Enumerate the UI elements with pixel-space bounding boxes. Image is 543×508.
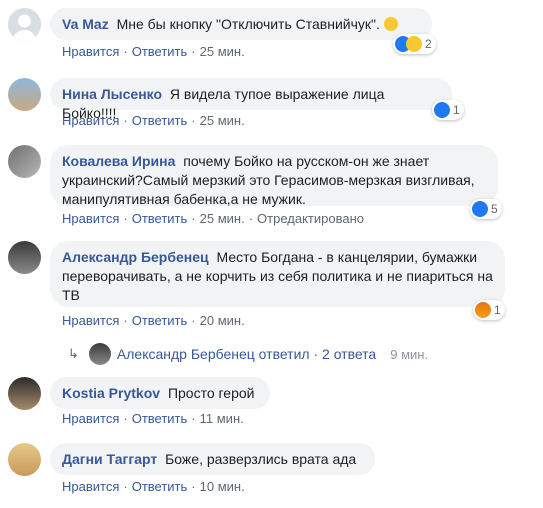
comment-bubble: Ковалева Ирина почему Бойко на русском-о… (50, 145, 498, 207)
reply-link[interactable]: Ответить (132, 479, 188, 494)
avatar[interactable] (8, 377, 41, 410)
timestamp: 9 мин. (390, 346, 429, 362)
comment-actions: Нравится · Ответить · 11 мин. (62, 411, 244, 426)
avatar[interactable] (8, 8, 41, 41)
comment-bubble: Александр Бербенец Место Богдана - в кан… (50, 241, 505, 307)
angry-icon (475, 302, 491, 318)
comment-text: Боже, разверзлись врата ада (165, 451, 357, 467)
timestamp[interactable]: 11 мин. (200, 411, 244, 426)
timestamp[interactable]: 10 мин. (200, 479, 245, 494)
timestamp[interactable]: 25 мин. (200, 44, 245, 59)
comment-bubble: Kostia Prytkov Просто герой (50, 377, 270, 409)
comment-actions: Нравится · Ответить · 25 мин. · Отредактирован… (62, 211, 365, 226)
comment-actions: Нравится · Ответить · 25 мин. (62, 44, 245, 59)
reaction-count[interactable]: 5 (470, 199, 502, 219)
replies-summary[interactable]: Александр Бербенец ответил · 2 ответа (117, 346, 376, 362)
comment-bubble: Дагни Таггарт Боже, разверзлись врата ад… (50, 443, 375, 475)
comment-author[interactable]: Дагни Таггарт (62, 451, 157, 467)
comment-author[interactable]: Александр Бербенец (62, 249, 209, 265)
avatar[interactable] (8, 443, 41, 476)
comment-bubble: Нина Лысенко Я видела тупое выражение ли… (50, 78, 452, 121)
timestamp[interactable]: 25 мин. (200, 211, 245, 226)
reaction-count[interactable]: 1 (473, 300, 505, 320)
reply-link[interactable]: Ответить (132, 113, 188, 128)
avatar (88, 343, 111, 365)
reply-link[interactable]: Ответить (132, 211, 188, 226)
comment-text: Мне бы кнопку "Отключить Ставнийчук". (116, 16, 380, 32)
like-icon (472, 201, 488, 217)
reply-link[interactable]: Ответить (132, 44, 188, 59)
like-icon (434, 102, 450, 118)
edited-label: Отредактировано (257, 211, 365, 226)
comment-author[interactable]: Va Maz (62, 16, 109, 32)
avatar[interactable] (8, 145, 41, 178)
comment-actions: Нравится · Ответить · 25 мин. (62, 113, 245, 128)
view-replies-link[interactable]: ↳ Александр Бербенец ответил · 2 ответа … (68, 343, 428, 365)
comment-author[interactable]: Ковалева Ирина (62, 153, 175, 169)
like-link[interactable]: Нравится (62, 479, 119, 494)
default-avatar-icon (8, 8, 41, 41)
reply-arrow-icon: ↳ (68, 346, 79, 361)
laugh-emoji-icon (383, 17, 398, 31)
reaction-count[interactable]: 2 (393, 34, 436, 54)
like-link[interactable]: Нравится (62, 411, 119, 426)
reply-link[interactable]: Ответить (132, 313, 188, 328)
timestamp[interactable]: 25 мин. (200, 113, 245, 128)
comment-author[interactable]: Нина Лысенко (62, 86, 162, 102)
comment-bubble: Va Maz Мне бы кнопку "Отключить Ставнийч… (50, 8, 432, 40)
reaction-count[interactable]: 1 (432, 100, 464, 120)
avatar[interactable] (8, 78, 41, 111)
comment-text: Просто герой (167, 385, 255, 401)
like-link[interactable]: Нравится (62, 211, 119, 226)
avatar[interactable] (8, 241, 41, 274)
comment-author[interactable]: Kostia Prytkov (62, 385, 160, 401)
reply-link[interactable]: Ответить (132, 411, 188, 426)
like-link[interactable]: Нравится (62, 113, 119, 128)
timestamp[interactable]: 20 мин. (200, 313, 245, 328)
comment-actions: Нравится · Ответить · 20 мин. (62, 313, 245, 328)
comment-actions: Нравится · Ответить · 10 мин. (62, 479, 245, 494)
like-link[interactable]: Нравится (62, 44, 119, 59)
haha-icon (406, 36, 422, 52)
like-link[interactable]: Нравится (62, 313, 119, 328)
